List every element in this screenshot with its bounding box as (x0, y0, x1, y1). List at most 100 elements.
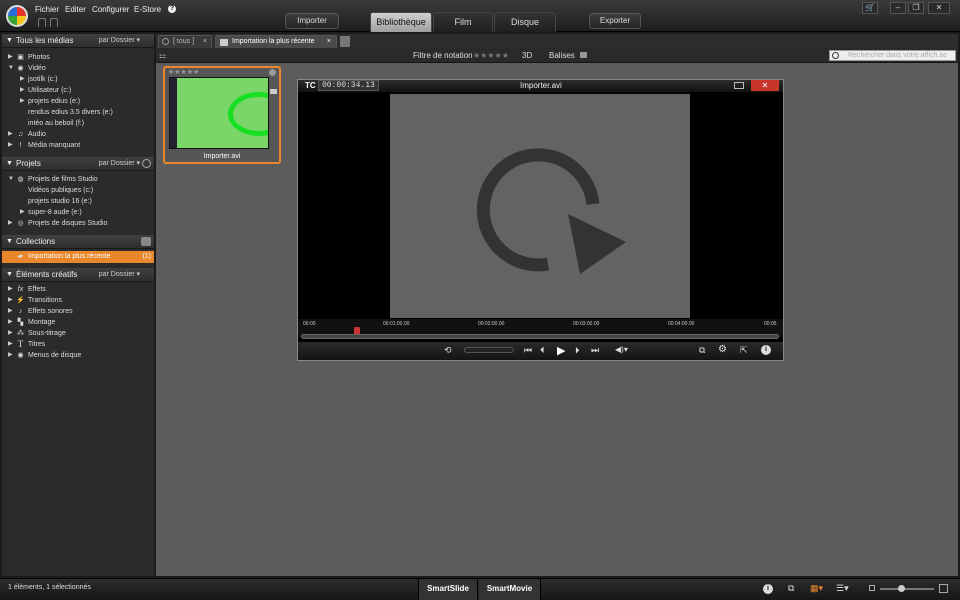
sidebar-item-recent-import[interactable]: ▰ Importation la plus récente (1) (2, 251, 154, 263)
expand-icon[interactable]: ▶ (20, 74, 25, 85)
zoom-slider-handle[interactable] (898, 585, 905, 592)
tab-disc[interactable]: Disque (494, 12, 556, 32)
expand-icon[interactable]: ▶ (8, 306, 13, 317)
settings-gear-icon[interactable]: ⚙ (718, 344, 727, 355)
sidebar-item-folder[interactable]: Vidéos publiques (c:) (2, 185, 154, 196)
list-view-icon[interactable]: ☰▾ (836, 583, 849, 594)
sidebar-item-disc-menus[interactable]: ▶ ◉ Menus de disque (2, 350, 154, 361)
menu-estore[interactable]: E-Store (134, 5, 161, 14)
tab-film[interactable]: Film (433, 12, 493, 32)
sidebar-item-folder[interactable]: ▶ super-8 aude (e:) (2, 207, 154, 218)
play-icon[interactable]: ▶ (557, 344, 565, 357)
search-icon[interactable] (142, 159, 151, 168)
stack-icon[interactable]: ⧉ (788, 583, 794, 594)
new-tab-icon[interactable] (340, 36, 350, 47)
fullscreen-icon[interactable]: ⇱ (740, 345, 748, 356)
sidebar-item-studio-films[interactable]: ▼ ◍ Projets de films Studio (2, 174, 154, 185)
maximize-icon[interactable] (734, 82, 744, 89)
sidebar-item-subtitling[interactable]: ▶ ⁂ Sous-titrage (2, 328, 154, 339)
sidebar-item-transitions[interactable]: ▶ ⚡ Transitions (2, 295, 154, 306)
sidebar-item-studio-discs[interactable]: ▶ ◎ Projets de disques Studio (2, 218, 154, 229)
sidebar-item-folder[interactable]: ▶ jsotilk (c:) (2, 74, 154, 85)
help-icon[interactable]: ? (168, 5, 176, 13)
thumbnail-rating[interactable]: ★★★★★ (168, 68, 199, 76)
sidebar-item-folder[interactable]: rendus edius 3.5 divers (e:) (2, 107, 154, 118)
menu-file[interactable]: Fichier (35, 5, 59, 14)
rating-filter-stars[interactable]: ★★★★★ (473, 51, 509, 60)
import-button[interactable]: Importer (285, 13, 339, 29)
sidebar-item-folder[interactable]: projets studio 16 (e:) (2, 196, 154, 207)
expand-icon[interactable]: ▶ (20, 85, 25, 96)
collection-add-icon[interactable] (141, 237, 151, 246)
media-thumbnail[interactable]: ★★★★★ Importer.avi (163, 66, 281, 164)
view-options-icon[interactable]: ⚏ (159, 51, 166, 60)
cart-icon[interactable]: 🛒 (862, 2, 878, 14)
copy-icon[interactable]: ⧉ (699, 345, 705, 356)
filter-tags-label[interactable]: Balises (549, 51, 575, 60)
expand-icon[interactable]: ▶ (8, 295, 13, 306)
info-icon[interactable]: i (763, 584, 773, 594)
browser-tab-all[interactable]: [ tous ] × (158, 35, 212, 48)
sidebar-item-photos[interactable]: ▶ ▣ Photos (2, 52, 154, 63)
timecode-display[interactable]: 00:00:34.13 (318, 80, 379, 91)
info-icon[interactable]: i (761, 345, 771, 355)
thumbnail-info-icon[interactable] (269, 69, 276, 76)
volume-icon[interactable]: ◀)▾ (615, 345, 628, 354)
collapse-icon[interactable]: ▼ (8, 63, 14, 74)
expand-icon[interactable]: ▶ (20, 96, 25, 107)
sidebar-item-effects[interactable]: ▶ fx Effets (2, 284, 154, 295)
sidebar-item-folder[interactable]: ▶ Utilisateur (c:) (2, 85, 154, 96)
sidebar-item-folder[interactable]: intéo au beboil (f:) (2, 118, 154, 129)
step-forward-icon[interactable]: ⏵ (575, 345, 580, 356)
close-icon[interactable]: ✕ (751, 80, 779, 91)
smartmovie-button[interactable]: SmartMovie (479, 579, 541, 600)
restore-button[interactable]: ❐ (908, 2, 924, 14)
close-button[interactable]: ✕ (928, 2, 950, 14)
sidebar-item-missing-media[interactable]: ▶! Média manquant (2, 140, 154, 151)
app-logo-icon[interactable] (6, 5, 28, 27)
expand-icon[interactable]: ▶ (8, 218, 13, 229)
collapse-icon[interactable]: ▼ (8, 174, 14, 185)
chevron-down-icon[interactable]: ▼ (6, 157, 13, 170)
search-input[interactable]: Rechercher dans votre affich.ac (829, 50, 956, 61)
section-all-media[interactable]: ▼ Tous les médias par Dossier ▾ (2, 34, 154, 48)
close-icon[interactable]: × (327, 36, 331, 48)
section-projects[interactable]: ▼ Projets par Dossier ▾ (2, 157, 154, 171)
zoom-slider[interactable] (880, 588, 934, 590)
sort-dropdown[interactable]: par Dossier ▾ (99, 157, 140, 170)
expand-icon[interactable]: ▶ (8, 284, 13, 295)
grid-view-icon[interactable]: ▦▾ (810, 583, 823, 594)
chevron-down-icon[interactable]: ▼ (6, 34, 13, 47)
sidebar-item-video[interactable]: ▼ ◉ Vidéo (2, 63, 154, 74)
expand-icon[interactable]: ▶ (8, 317, 13, 328)
export-button[interactable]: Exporter (589, 13, 641, 29)
minimize-button[interactable]: – (890, 2, 906, 14)
menu-edit[interactable]: Editer (65, 5, 86, 14)
sort-dropdown[interactable]: par Dossier ▾ (99, 34, 140, 47)
zoom-in-icon[interactable] (939, 584, 948, 593)
section-collections[interactable]: ▼ Collections (2, 235, 154, 249)
sidebar-item-folder[interactable]: ▶ projets edius (e:) (2, 96, 154, 107)
sidebar-item-titles[interactable]: ▶ T Titres (2, 339, 154, 350)
expand-icon[interactable]: ▶ (8, 140, 13, 151)
sort-dropdown[interactable]: par Dossier ▾ (99, 268, 140, 281)
undo-icon[interactable] (38, 18, 46, 27)
expand-icon[interactable]: ▶ (8, 328, 13, 339)
loop-icon[interactable]: ⟲ (444, 345, 452, 356)
chevron-down-icon[interactable]: ▼ (6, 235, 13, 248)
sidebar-item-montage[interactable]: ▶ ▚ Montage (2, 317, 154, 328)
expand-icon[interactable]: ▶ (8, 350, 13, 361)
section-creative[interactable]: ▼ Éléments créatifs par Dossier ▾ (2, 268, 154, 282)
step-back-icon[interactable]: ⏴ (540, 345, 545, 356)
expand-icon[interactable]: ▶ (8, 52, 13, 63)
smartslide-button[interactable]: SmartSlide (418, 579, 478, 600)
go-end-icon[interactable]: ⏭ (591, 345, 599, 356)
tags-toggle-icon[interactable] (580, 52, 587, 58)
browser-tab-recent[interactable]: Importation la plus récente × (215, 35, 337, 48)
expand-icon[interactable]: ▶ (8, 129, 13, 140)
expand-icon[interactable]: ▶ (20, 207, 25, 218)
sidebar-item-sound-effects[interactable]: ▶ ♪ Effets sonores (2, 306, 154, 317)
scrub-bar[interactable] (301, 334, 779, 339)
filter-3d-toggle[interactable]: 3D (522, 51, 532, 60)
tab-library[interactable]: Bibliothèque (370, 12, 432, 32)
